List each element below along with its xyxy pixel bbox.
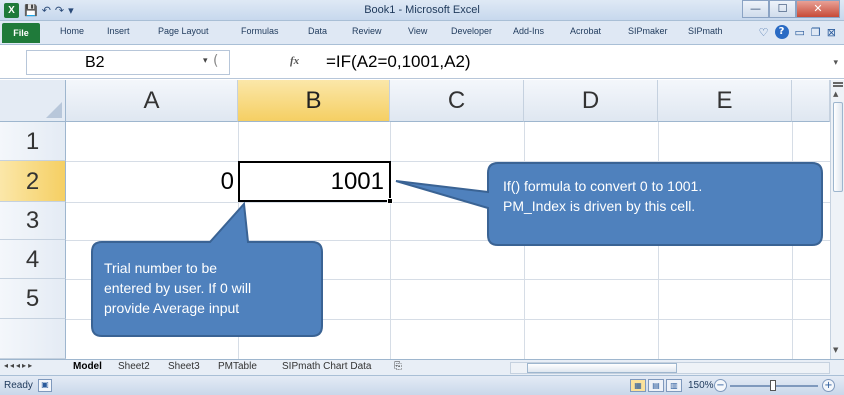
row-header-5[interactable]: 5 xyxy=(0,279,66,319)
gridline xyxy=(238,122,239,359)
column-header-e[interactable]: E xyxy=(658,80,792,122)
minimize-button[interactable]: — xyxy=(742,0,769,18)
sheet-tab-pmtable[interactable]: PMTable xyxy=(218,361,257,372)
maximize-button[interactable]: ☐ xyxy=(769,0,796,18)
horizontal-scroll-thumb[interactable] xyxy=(527,363,677,373)
tab-home[interactable]: Home xyxy=(60,26,84,36)
status-ready: Ready xyxy=(4,380,33,391)
vertical-scrollbar[interactable]: ▲ ▼ xyxy=(830,80,844,359)
restore-window-icon[interactable]: ▭ xyxy=(795,26,805,39)
gridline xyxy=(66,240,830,241)
sheet-tab-sheet3[interactable]: Sheet3 xyxy=(168,361,200,372)
page-break-view-icon[interactable]: ▥ xyxy=(666,379,682,392)
formula-bar: B2 ▾ ( fx =IF(A2=0,1001,A2) ▾ xyxy=(0,46,844,79)
column-header-c[interactable]: C xyxy=(390,80,524,122)
scroll-down-icon[interactable]: ▼ xyxy=(833,346,838,354)
tab-acrobat[interactable]: Acrobat xyxy=(570,26,601,36)
row-header-4[interactable]: 4 xyxy=(0,240,66,279)
restore-down-icon[interactable]: ❐ xyxy=(811,26,821,39)
callout-line: entered by user. If 0 will xyxy=(104,280,252,296)
insert-function-icon[interactable]: fx xyxy=(290,55,299,67)
gridline xyxy=(66,319,830,320)
name-box[interactable]: B2 ▾ ( xyxy=(26,50,230,75)
fill-handle[interactable] xyxy=(387,198,393,204)
zoom-level[interactable]: 150% xyxy=(688,380,714,391)
gridline xyxy=(66,161,830,162)
gridline xyxy=(390,122,391,359)
close-workbook-icon[interactable]: ⊠ xyxy=(827,26,836,39)
macro-record-icon[interactable]: ▣ xyxy=(38,379,52,392)
horizontal-scrollbar[interactable] xyxy=(510,362,830,374)
minimize-ribbon-icon[interactable]: ♡ xyxy=(759,26,769,39)
status-bar: Ready ▣ ▦ ▤ ▥ 150% − + xyxy=(0,375,844,395)
zoom-in-icon[interactable]: + xyxy=(822,379,835,392)
tab-review[interactable]: Review xyxy=(352,26,382,36)
tab-sipmath[interactable]: SIPmath xyxy=(688,26,723,36)
column-header-f[interactable] xyxy=(792,80,830,122)
split-handle-icon[interactable] xyxy=(833,82,843,87)
normal-view-icon[interactable]: ▦ xyxy=(630,379,646,392)
close-button[interactable]: ✕ xyxy=(796,0,840,18)
active-cell-border[interactable] xyxy=(238,161,393,204)
zoom-slider-knob[interactable] xyxy=(770,380,776,391)
gridline xyxy=(524,122,525,359)
formula-input[interactable]: =IF(A2=0,1001,A2) xyxy=(326,52,471,72)
window-title: Book1 - Microsoft Excel xyxy=(364,4,480,16)
tab-add-ins[interactable]: Add-Ins xyxy=(513,26,544,36)
chevron-down-icon[interactable]: ▾ xyxy=(203,56,208,66)
sheet-tab-sipmath-chart-data[interactable]: SIPmath Chart Data xyxy=(282,361,371,372)
trial-callout: Trial number to be entered by user. If 0… xyxy=(104,258,251,318)
gridline xyxy=(792,122,793,359)
gridline xyxy=(66,202,830,203)
insert-sheet-icon[interactable]: ⎘ xyxy=(394,361,402,372)
gridline xyxy=(658,122,659,359)
title-bar: X 💾 ↶ ↷ ▾ Book1 - Microsoft Excel — ☐ ✕ xyxy=(0,0,844,21)
select-all-button[interactable] xyxy=(0,80,66,122)
column-header-b[interactable]: B xyxy=(238,80,390,122)
worksheet-grid[interactable]: A B C D E 1 2 3 4 5 0 1001 If() formula … xyxy=(0,80,830,359)
tab-insert[interactable]: Insert xyxy=(107,26,130,36)
window-controls: — ☐ ✕ xyxy=(742,0,840,18)
ribbon-tabs: File Home Insert Page Layout Formulas Da… xyxy=(0,21,844,45)
tab-data[interactable]: Data xyxy=(308,26,327,36)
column-header-d[interactable]: D xyxy=(524,80,658,122)
tab-page-layout[interactable]: Page Layout xyxy=(158,26,209,36)
row-header-3[interactable]: 3 xyxy=(0,202,66,240)
formula-bar-divider: ( xyxy=(213,53,219,69)
callout-line: PM_Index is driven by this cell. xyxy=(503,198,696,214)
tab-view[interactable]: View xyxy=(408,26,427,36)
help-icon[interactable]: ? xyxy=(774,25,789,39)
zoom-out-icon[interactable]: − xyxy=(714,379,727,392)
sheet-tab-sheet2[interactable]: Sheet2 xyxy=(118,361,150,372)
row-header-6[interactable] xyxy=(0,319,66,359)
view-buttons: ▦ ▤ ▥ xyxy=(630,379,682,392)
formula-callout: If() formula to convert 0 to 1001. PM_In… xyxy=(503,176,702,216)
tab-formulas[interactable]: Formulas xyxy=(241,26,279,36)
column-header-a[interactable]: A xyxy=(66,80,238,122)
callout-line: If() formula to convert 0 to 1001. xyxy=(503,178,703,194)
sheet-nav-arrows-icon[interactable]: ◂◂◂▸▸ xyxy=(4,361,34,370)
tab-sipmaker[interactable]: SIPmaker xyxy=(628,26,668,36)
page-layout-view-icon[interactable]: ▤ xyxy=(648,379,664,392)
expand-formula-bar-icon[interactable]: ▾ xyxy=(833,58,838,68)
scroll-up-icon[interactable]: ▲ xyxy=(833,90,838,98)
row-header-1[interactable]: 1 xyxy=(0,122,66,161)
row-header-2[interactable]: 2 xyxy=(0,161,66,202)
sheet-tab-bar: ◂◂◂▸▸ Model Sheet2 Sheet3 PMTable SIPmat… xyxy=(0,359,844,375)
ribbon-right-icons: ♡ ? ▭ ❐ ⊠ xyxy=(759,25,836,39)
name-box-value: B2 xyxy=(85,54,105,71)
cell-a2[interactable]: 0 xyxy=(70,168,234,196)
select-all-icon xyxy=(46,102,62,118)
callout-line: provide Average input xyxy=(104,300,240,316)
callout-line: Trial number to be xyxy=(104,260,218,276)
tab-developer[interactable]: Developer xyxy=(451,26,492,36)
scroll-thumb[interactable] xyxy=(833,102,843,192)
tab-file[interactable]: File xyxy=(2,23,40,43)
sheet-tab-model[interactable]: Model xyxy=(73,361,102,372)
